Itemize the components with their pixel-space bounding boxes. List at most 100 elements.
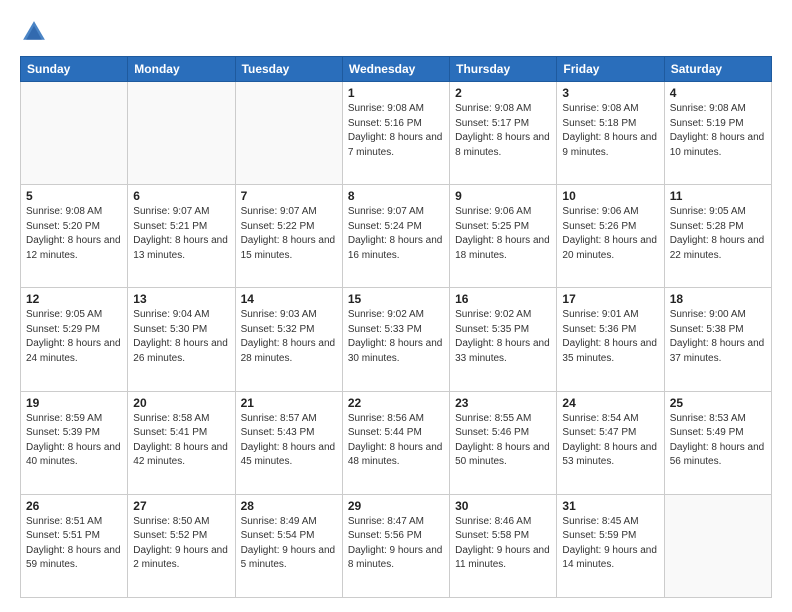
- cell-info: Sunrise: 8:55 AMSunset: 5:46 PMDaylight:…: [455, 412, 551, 470]
- cell-info: Sunrise: 9:08 AMSunset: 5:19 PMDaylight:…: [670, 102, 766, 160]
- cell-info: Sunrise: 9:04 AMSunset: 5:30 PMDaylight:…: [133, 308, 229, 366]
- calendar-cell: [128, 82, 235, 185]
- logo: [20, 18, 52, 46]
- calendar-week-row: 26 Sunrise: 8:51 AMSunset: 5:51 PMDaylig…: [21, 494, 772, 597]
- calendar-cell: 8 Sunrise: 9:07 AMSunset: 5:24 PMDayligh…: [342, 185, 449, 288]
- day-number: 22: [348, 396, 444, 410]
- cell-info: Sunrise: 9:02 AMSunset: 5:33 PMDaylight:…: [348, 308, 444, 366]
- calendar-cell: 4 Sunrise: 9:08 AMSunset: 5:19 PMDayligh…: [664, 82, 771, 185]
- day-number: 3: [562, 86, 658, 100]
- cell-info: Sunrise: 8:59 AMSunset: 5:39 PMDaylight:…: [26, 412, 122, 470]
- calendar-cell: 15 Sunrise: 9:02 AMSunset: 5:33 PMDaylig…: [342, 288, 449, 391]
- cell-info: Sunrise: 9:07 AMSunset: 5:22 PMDaylight:…: [241, 205, 337, 263]
- cell-info: Sunrise: 8:56 AMSunset: 5:44 PMDaylight:…: [348, 412, 444, 470]
- day-number: 11: [670, 189, 766, 203]
- cell-info: Sunrise: 9:07 AMSunset: 5:21 PMDaylight:…: [133, 205, 229, 263]
- calendar-cell: 17 Sunrise: 9:01 AMSunset: 5:36 PMDaylig…: [557, 288, 664, 391]
- day-number: 31: [562, 499, 658, 513]
- day-number: 8: [348, 189, 444, 203]
- day-number: 9: [455, 189, 551, 203]
- day-number: 5: [26, 189, 122, 203]
- weekday-header-cell: Friday: [557, 57, 664, 82]
- calendar-cell: 1 Sunrise: 9:08 AMSunset: 5:16 PMDayligh…: [342, 82, 449, 185]
- cell-info: Sunrise: 8:53 AMSunset: 5:49 PMDaylight:…: [670, 412, 766, 470]
- calendar-week-row: 12 Sunrise: 9:05 AMSunset: 5:29 PMDaylig…: [21, 288, 772, 391]
- calendar-cell: 19 Sunrise: 8:59 AMSunset: 5:39 PMDaylig…: [21, 391, 128, 494]
- weekday-header-row: SundayMondayTuesdayWednesdayThursdayFrid…: [21, 57, 772, 82]
- day-number: 20: [133, 396, 229, 410]
- cell-info: Sunrise: 8:47 AMSunset: 5:56 PMDaylight:…: [348, 515, 444, 573]
- cell-info: Sunrise: 9:05 AMSunset: 5:28 PMDaylight:…: [670, 205, 766, 263]
- calendar-cell: 21 Sunrise: 8:57 AMSunset: 5:43 PMDaylig…: [235, 391, 342, 494]
- cell-info: Sunrise: 9:00 AMSunset: 5:38 PMDaylight:…: [670, 308, 766, 366]
- calendar-cell: [235, 82, 342, 185]
- cell-info: Sunrise: 8:50 AMSunset: 5:52 PMDaylight:…: [133, 515, 229, 573]
- calendar-cell: 13 Sunrise: 9:04 AMSunset: 5:30 PMDaylig…: [128, 288, 235, 391]
- day-number: 12: [26, 292, 122, 306]
- calendar-cell: 10 Sunrise: 9:06 AMSunset: 5:26 PMDaylig…: [557, 185, 664, 288]
- calendar-cell: 6 Sunrise: 9:07 AMSunset: 5:21 PMDayligh…: [128, 185, 235, 288]
- calendar-cell: 29 Sunrise: 8:47 AMSunset: 5:56 PMDaylig…: [342, 494, 449, 597]
- weekday-header-cell: Sunday: [21, 57, 128, 82]
- calendar-cell: [664, 494, 771, 597]
- day-number: 16: [455, 292, 551, 306]
- cell-info: Sunrise: 9:02 AMSunset: 5:35 PMDaylight:…: [455, 308, 551, 366]
- day-number: 1: [348, 86, 444, 100]
- day-number: 26: [26, 499, 122, 513]
- calendar-cell: 12 Sunrise: 9:05 AMSunset: 5:29 PMDaylig…: [21, 288, 128, 391]
- cell-info: Sunrise: 9:07 AMSunset: 5:24 PMDaylight:…: [348, 205, 444, 263]
- page: SundayMondayTuesdayWednesdayThursdayFrid…: [0, 0, 792, 612]
- weekday-header-cell: Monday: [128, 57, 235, 82]
- logo-icon: [20, 18, 48, 46]
- cell-info: Sunrise: 8:57 AMSunset: 5:43 PMDaylight:…: [241, 412, 337, 470]
- day-number: 13: [133, 292, 229, 306]
- calendar-cell: 14 Sunrise: 9:03 AMSunset: 5:32 PMDaylig…: [235, 288, 342, 391]
- calendar-cell: 11 Sunrise: 9:05 AMSunset: 5:28 PMDaylig…: [664, 185, 771, 288]
- calendar-body: 1 Sunrise: 9:08 AMSunset: 5:16 PMDayligh…: [21, 82, 772, 598]
- cell-info: Sunrise: 8:49 AMSunset: 5:54 PMDaylight:…: [241, 515, 337, 573]
- day-number: 28: [241, 499, 337, 513]
- day-number: 2: [455, 86, 551, 100]
- calendar-cell: 18 Sunrise: 9:00 AMSunset: 5:38 PMDaylig…: [664, 288, 771, 391]
- calendar-cell: 5 Sunrise: 9:08 AMSunset: 5:20 PMDayligh…: [21, 185, 128, 288]
- cell-info: Sunrise: 9:08 AMSunset: 5:18 PMDaylight:…: [562, 102, 658, 160]
- day-number: 23: [455, 396, 551, 410]
- weekday-header-cell: Wednesday: [342, 57, 449, 82]
- cell-info: Sunrise: 8:51 AMSunset: 5:51 PMDaylight:…: [26, 515, 122, 573]
- cell-info: Sunrise: 9:01 AMSunset: 5:36 PMDaylight:…: [562, 308, 658, 366]
- calendar-cell: 3 Sunrise: 9:08 AMSunset: 5:18 PMDayligh…: [557, 82, 664, 185]
- weekday-header-cell: Thursday: [450, 57, 557, 82]
- day-number: 14: [241, 292, 337, 306]
- cell-info: Sunrise: 8:54 AMSunset: 5:47 PMDaylight:…: [562, 412, 658, 470]
- cell-info: Sunrise: 9:06 AMSunset: 5:26 PMDaylight:…: [562, 205, 658, 263]
- day-number: 10: [562, 189, 658, 203]
- cell-info: Sunrise: 9:08 AMSunset: 5:16 PMDaylight:…: [348, 102, 444, 160]
- calendar-week-row: 1 Sunrise: 9:08 AMSunset: 5:16 PMDayligh…: [21, 82, 772, 185]
- calendar-week-row: 19 Sunrise: 8:59 AMSunset: 5:39 PMDaylig…: [21, 391, 772, 494]
- calendar-cell: 23 Sunrise: 8:55 AMSunset: 5:46 PMDaylig…: [450, 391, 557, 494]
- weekday-header-cell: Saturday: [664, 57, 771, 82]
- day-number: 18: [670, 292, 766, 306]
- cell-info: Sunrise: 9:03 AMSunset: 5:32 PMDaylight:…: [241, 308, 337, 366]
- header: [20, 18, 772, 46]
- calendar-cell: 16 Sunrise: 9:02 AMSunset: 5:35 PMDaylig…: [450, 288, 557, 391]
- calendar-cell: 20 Sunrise: 8:58 AMSunset: 5:41 PMDaylig…: [128, 391, 235, 494]
- calendar-cell: 28 Sunrise: 8:49 AMSunset: 5:54 PMDaylig…: [235, 494, 342, 597]
- calendar-cell: 22 Sunrise: 8:56 AMSunset: 5:44 PMDaylig…: [342, 391, 449, 494]
- calendar-cell: 31 Sunrise: 8:45 AMSunset: 5:59 PMDaylig…: [557, 494, 664, 597]
- day-number: 24: [562, 396, 658, 410]
- cell-info: Sunrise: 8:45 AMSunset: 5:59 PMDaylight:…: [562, 515, 658, 573]
- calendar-cell: 26 Sunrise: 8:51 AMSunset: 5:51 PMDaylig…: [21, 494, 128, 597]
- weekday-header-cell: Tuesday: [235, 57, 342, 82]
- cell-info: Sunrise: 9:08 AMSunset: 5:17 PMDaylight:…: [455, 102, 551, 160]
- day-number: 25: [670, 396, 766, 410]
- calendar-week-row: 5 Sunrise: 9:08 AMSunset: 5:20 PMDayligh…: [21, 185, 772, 288]
- calendar-cell: 25 Sunrise: 8:53 AMSunset: 5:49 PMDaylig…: [664, 391, 771, 494]
- calendar-cell: 9 Sunrise: 9:06 AMSunset: 5:25 PMDayligh…: [450, 185, 557, 288]
- day-number: 30: [455, 499, 551, 513]
- cell-info: Sunrise: 8:46 AMSunset: 5:58 PMDaylight:…: [455, 515, 551, 573]
- day-number: 27: [133, 499, 229, 513]
- cell-info: Sunrise: 9:05 AMSunset: 5:29 PMDaylight:…: [26, 308, 122, 366]
- cell-info: Sunrise: 9:08 AMSunset: 5:20 PMDaylight:…: [26, 205, 122, 263]
- cell-info: Sunrise: 9:06 AMSunset: 5:25 PMDaylight:…: [455, 205, 551, 263]
